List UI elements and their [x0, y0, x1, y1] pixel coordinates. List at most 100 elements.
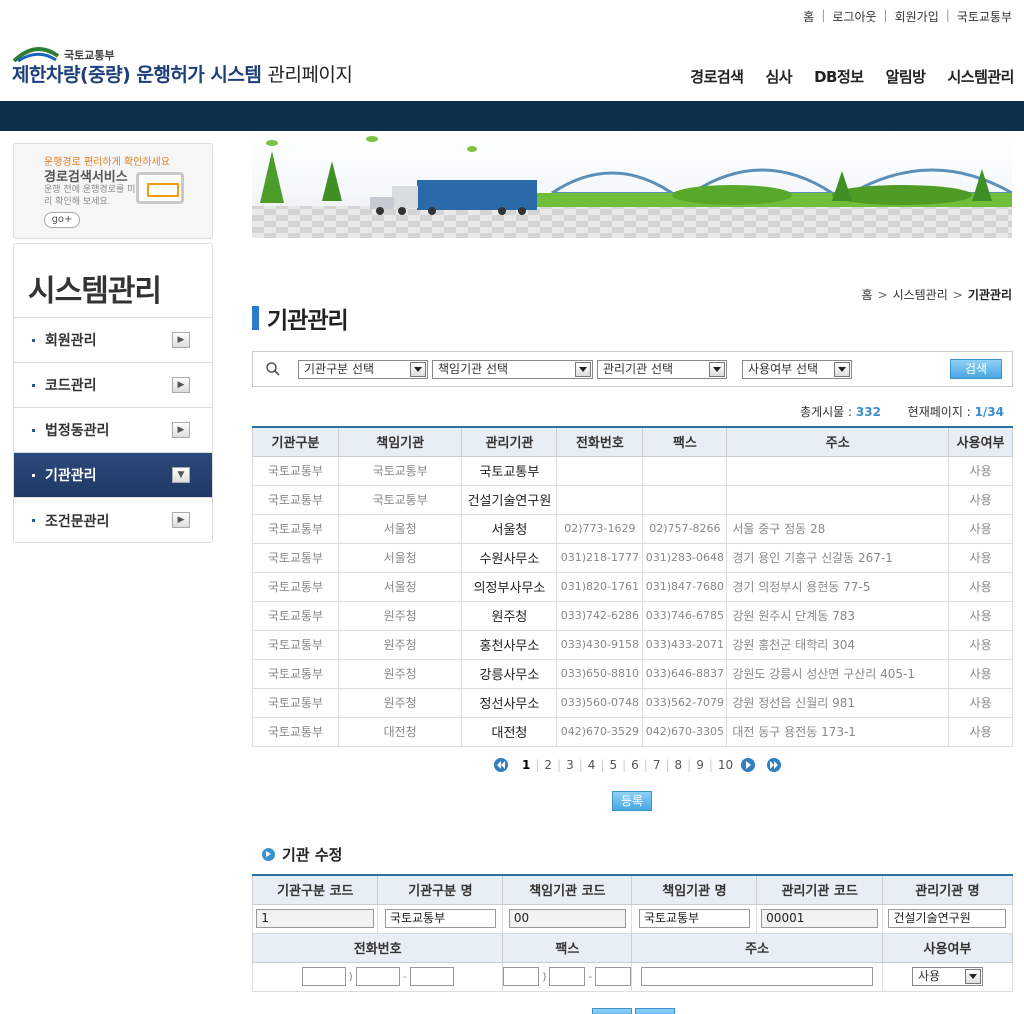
sidebar-item-agency[interactable]: 기관관리 ▼ — [14, 453, 212, 498]
table-row[interactable]: 국토교통부 국토교통부 국토교통부 사용 — [252, 455, 1013, 486]
table-cell — [642, 484, 728, 515]
sidebar-item-code[interactable]: 코드관리 ▶ — [14, 363, 212, 408]
table-cell: 경기 용인 기흥구 신갈동 267-1 — [726, 542, 950, 573]
table-cell: 사용 — [948, 571, 1013, 602]
breadcrumb-system[interactable]: 시스템관리 — [893, 288, 948, 302]
use-status-select[interactable]: 사용여부 선택 — [742, 360, 852, 379]
nav-notice[interactable]: 알림방 — [886, 66, 926, 87]
table-cell[interactable]: 서울청 — [461, 513, 558, 544]
chevron-down-icon — [834, 362, 850, 377]
select-value: 사용여부 선택 — [748, 362, 819, 376]
phone-last-field[interactable] — [409, 967, 454, 986]
phone-area-field[interactable] — [301, 967, 346, 986]
table-row[interactable]: 국토교통부 원주청 강릉사무소 033)650-8810 033)646-8837 강원도… — [252, 658, 1013, 689]
fax-mid-field[interactable] — [549, 967, 586, 986]
table-cell: 강원 정선읍 신월리 981 — [726, 687, 950, 718]
table-row[interactable]: 국토교통부 원주청 원주청 033)742-6286 033)746-6785 강원 원주… — [252, 600, 1013, 631]
bullet-icon — [32, 383, 35, 387]
table-cell: 국토교통부 — [252, 513, 339, 544]
divider: | — [557, 758, 562, 772]
save-button[interactable] — [592, 1008, 632, 1014]
responsible-code-field[interactable]: 00 — [508, 909, 626, 928]
page-link[interactable]: 9 — [696, 758, 704, 772]
sidebar-title: 시스템관리 — [14, 244, 212, 318]
table-cell[interactable]: 대전청 — [461, 716, 558, 747]
divider: | — [708, 758, 713, 772]
page-title: 기관관리 — [252, 304, 349, 334]
util-ministry-link[interactable]: 국토교통부 — [957, 8, 1012, 25]
form-value-row-2: ) - ) - 사용 — [251, 961, 1014, 992]
logo-title: 제한차량(중량) 운행허가 시스템 관리페이지 — [12, 60, 353, 87]
util-join-link[interactable]: 회원가입 — [895, 8, 939, 25]
sidebar-item-label: 회원관리 — [45, 333, 97, 349]
table-row[interactable]: 국토교통부 국토교통부 건설기술연구원 사용 — [252, 484, 1013, 515]
util-home-link[interactable]: 홈 — [803, 8, 814, 25]
page-link[interactable]: 1 — [522, 758, 530, 772]
table-row[interactable]: 국토교통부 원주청 홍천사무소 033)430-9158 033)433-2071 강원 … — [252, 629, 1013, 660]
table-cell[interactable]: 홍천사무소 — [461, 629, 558, 660]
table-cell[interactable]: 건설기술연구원 — [461, 484, 558, 515]
sidebar-item-legal-dong[interactable]: 법정동관리 ▶ — [14, 408, 212, 453]
nav-db-info[interactable]: DB정보 — [814, 66, 864, 87]
page-link[interactable]: 4 — [588, 758, 596, 772]
fax-area-field[interactable] — [503, 967, 540, 986]
field-label: 기관구분 코드 — [251, 875, 379, 905]
first-page-icon[interactable] — [494, 758, 508, 772]
page-link[interactable]: 7 — [653, 758, 661, 772]
table-cell: 국토교통부 — [252, 716, 339, 747]
field-label: 관리기관 코드 — [756, 875, 883, 905]
table-cell[interactable]: 정선사무소 — [461, 687, 558, 718]
arrow-right-icon: ▶ — [172, 422, 190, 438]
promo-go-button[interactable]: go+ — [44, 212, 80, 228]
field-label: 기관구분 명 — [377, 875, 504, 905]
phone-mid-field[interactable] — [355, 967, 400, 986]
site-logo[interactable]: 국토교통부 제한차량(중량) 운행허가 시스템 관리페이지 — [12, 44, 362, 92]
col-header: 관리기관 — [461, 427, 558, 457]
table-row[interactable]: 국토교통부 서울청 서울청 02)773-1629 02)757-8266 서울 중구 정… — [252, 513, 1013, 544]
page-link[interactable]: 6 — [631, 758, 639, 772]
table-cell[interactable]: 의정부사무소 — [461, 571, 558, 602]
responsible-name-field[interactable]: 국토교통부 — [638, 909, 750, 928]
table-cell[interactable]: 국토교통부 — [461, 455, 558, 486]
page-link[interactable]: 8 — [675, 758, 683, 772]
sidebar-item-member[interactable]: 회원관리 ▶ — [14, 318, 212, 363]
sidebar-item-condition[interactable]: 조건문관리 ▶ — [14, 498, 212, 543]
util-logout-link[interactable]: 로그아웃 — [832, 8, 876, 25]
form-header-row-2: 전화번호 팩스 주소 사용여부 — [251, 933, 1014, 963]
last-page-icon[interactable] — [767, 758, 782, 772]
responsible-agency-select[interactable]: 책임기관 선택 — [432, 360, 593, 379]
page-link[interactable]: 10 — [718, 758, 733, 772]
agency-type-code-field[interactable]: 1 — [256, 909, 375, 928]
table-row[interactable]: 국토교통부 대전청 대전청 042)670-3529 042)670-3305 대전 동구… — [252, 716, 1013, 747]
page-link[interactable]: 2 — [544, 758, 552, 772]
agency-type-select[interactable]: 기관구분 선택 — [298, 360, 428, 379]
nav-review[interactable]: 심사 — [765, 66, 792, 87]
address-field[interactable] — [641, 967, 874, 986]
nav-route-search[interactable]: 경로검색 — [690, 66, 744, 87]
table-row[interactable]: 국토교통부 서울청 의정부사무소 031)820-1761 031)847-7680 경기… — [252, 571, 1013, 602]
search-button[interactable]: 검색 — [950, 359, 1002, 379]
use-status-edit-select[interactable]: 사용 — [911, 967, 983, 986]
table-cell[interactable]: 원주청 — [461, 600, 558, 631]
fax-last-field[interactable] — [595, 967, 632, 986]
page-link[interactable]: 3 — [566, 758, 574, 772]
table-row[interactable]: 국토교통부 원주청 정선사무소 033)560-0748 033)562-7079 강원 … — [252, 687, 1013, 718]
managing-code-field[interactable]: 00001 — [761, 909, 879, 928]
managing-name-field[interactable]: 건설기술연구원 — [888, 909, 1007, 928]
divider: | — [687, 758, 692, 772]
page-link[interactable]: 5 — [609, 758, 617, 772]
table-cell[interactable]: 수원사무소 — [461, 542, 558, 573]
table-cell: 원주청 — [337, 629, 463, 660]
breadcrumb-home[interactable]: 홈 — [861, 288, 872, 302]
cancel-button[interactable] — [635, 1008, 675, 1014]
table-row[interactable]: 국토교통부 서울청 수원사무소 031)218-1777 031)283-0648 경기 … — [252, 542, 1013, 573]
next-page-icon[interactable] — [741, 758, 756, 772]
register-button[interactable]: 등록 — [612, 791, 652, 811]
route-search-promo[interactable]: 운행경로 편리하게 확인하세요 경로검색서비스 운행 전에 운행경로를 미리 확… — [13, 143, 213, 239]
nav-system-admin[interactable]: 시스템관리 — [947, 66, 1014, 87]
table-cell[interactable]: 강릉사무소 — [461, 658, 558, 689]
table-cell: 033)430-9158 — [556, 629, 644, 660]
managing-agency-select[interactable]: 관리기관 선택 — [597, 360, 727, 379]
col-header: 사용여부 — [948, 427, 1013, 457]
agency-type-name-field[interactable]: 국토교통부 — [384, 909, 496, 928]
